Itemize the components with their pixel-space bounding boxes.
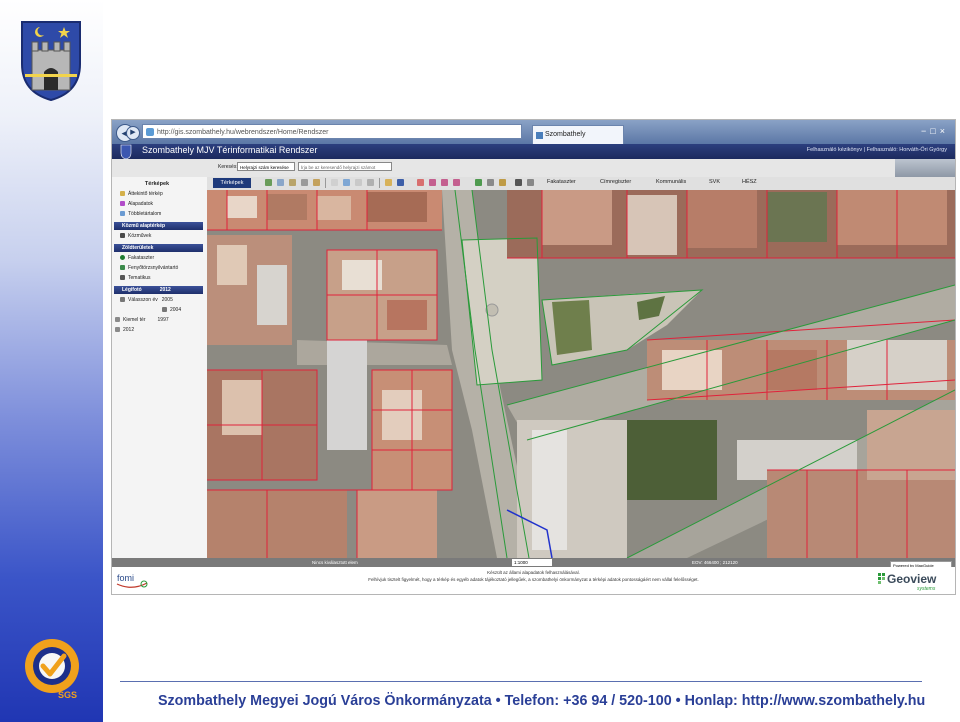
tool-icon[interactable] xyxy=(385,179,392,186)
svg-text:SGS: SGS xyxy=(58,690,77,700)
coordinate-readout: EOV: 466400 ; 212120 xyxy=(692,560,738,565)
search-icon[interactable] xyxy=(527,179,534,186)
toolbar-separator xyxy=(379,178,380,188)
browser-chrome: ◀ ▶ http://gis.szombathely.hu/webrendsze… xyxy=(112,120,955,144)
app-title: Szombathely MJV Térinformatikai Rendszer xyxy=(142,145,318,155)
app-header: Szombathely MJV Térinformatikai Rendszer… xyxy=(112,144,955,160)
menu-fakataszter[interactable]: Fakataszter xyxy=(547,179,576,185)
map-view[interactable] xyxy=(207,190,955,558)
checkbox-icon[interactable] xyxy=(115,327,120,333)
app-footer: fomi Készült az állami alapadatok felhas… xyxy=(112,567,955,594)
toolbar-separator xyxy=(325,178,326,188)
header-town-photo xyxy=(895,159,955,177)
user-info[interactable]: Felhasználó kézikönyv | Felhasználó: Hor… xyxy=(807,147,947,153)
measure-icon[interactable] xyxy=(343,179,350,186)
layer-item[interactable]: Alapadatok xyxy=(120,201,153,207)
tool-icon[interactable] xyxy=(441,179,448,186)
menu-svk[interactable]: SVK xyxy=(709,179,720,185)
layer-section-header[interactable]: Közmű alaptérkép xyxy=(114,222,203,230)
map-toolbar: Térképek Fakataszter Címregiszter Kommun… xyxy=(207,177,955,191)
info-icon[interactable] xyxy=(355,179,362,186)
layer-section-header[interactable]: Zöldterületek xyxy=(114,244,203,252)
layer-item[interactable]: Többletártalom xyxy=(120,211,161,217)
aerial-map[interactable] xyxy=(207,190,955,558)
layer-item[interactable]: 2004 xyxy=(162,307,181,313)
search-type-select[interactable]: Helyrajzi szám keresése xyxy=(237,162,295,171)
app-crest-icon xyxy=(120,144,132,160)
layer-item[interactable]: Fakataszter xyxy=(120,255,154,261)
geoview-logo-icon: Geoview systems xyxy=(878,572,937,592)
forward-icon[interactable]: ▶ xyxy=(126,126,140,140)
window-controls[interactable]: −□× xyxy=(921,126,949,136)
previous-view-icon[interactable] xyxy=(313,179,320,186)
layer-icon xyxy=(120,201,125,207)
tree-icon xyxy=(120,255,125,261)
maps-button[interactable]: Térképek xyxy=(213,178,251,188)
select-icon[interactable] xyxy=(331,179,338,186)
slide-footer-text: Szombathely Megyei Jogú Város Önkormányz… xyxy=(158,693,926,709)
footer-line-2: Felhívjuk tisztelt figyelmét, hogy a tér… xyxy=(368,577,699,582)
tool-icon[interactable] xyxy=(397,179,404,186)
address-bar-text: http://gis.szombathely.hu/webrendszer/Ho… xyxy=(157,129,329,136)
extent-icon[interactable] xyxy=(301,179,308,186)
tool-icon[interactable] xyxy=(453,179,460,186)
footer-line-1: Készült az állami alapadatok felhasználá… xyxy=(487,570,580,575)
browser-tab[interactable]: Szombathely xyxy=(532,125,624,144)
quality-certificate-icon: SGS xyxy=(25,639,79,700)
checkbox-icon[interactable] xyxy=(115,317,120,323)
layer-item[interactable]: Tematikus xyxy=(120,275,151,281)
tree-tool-icon[interactable] xyxy=(475,179,482,186)
tool-icon[interactable] xyxy=(487,179,494,186)
tool-icon[interactable] xyxy=(429,179,436,186)
geoview-logo-subtext: systems xyxy=(917,586,936,592)
menu-cimregiszter[interactable]: Címregiszter xyxy=(600,179,631,185)
layer-icon xyxy=(120,233,125,239)
search-label: Keresés: xyxy=(218,164,238,170)
layer-icon xyxy=(120,191,125,197)
city-crest-icon xyxy=(21,21,81,102)
address-bar[interactable]: http://gis.szombathely.hu/webrendszer/Ho… xyxy=(142,124,522,139)
geoview-logo-text: Geoview xyxy=(887,572,937,586)
minimize-icon[interactable]: − xyxy=(921,126,930,136)
layer-icon xyxy=(120,297,125,303)
layer-item[interactable]: Válasszon év 2005 xyxy=(120,297,173,303)
layer-panel-heading: Térképek xyxy=(144,181,170,187)
layer-item[interactable]: Kiemel tér 1997 xyxy=(115,317,169,323)
page-icon xyxy=(146,128,154,136)
layer-icon xyxy=(120,211,125,217)
tab-favicon-icon xyxy=(536,132,543,139)
status-bar: Nincs kiválasztott elem 1:1000 EOV: 4664… xyxy=(112,558,955,567)
search-input[interactable]: Írja be az keresendő helyrajzi számot xyxy=(298,162,392,171)
tree-icon xyxy=(120,265,125,271)
selection-status: Nincs kiválasztott elem xyxy=(312,560,358,565)
layer-icon xyxy=(120,275,125,281)
layer-section-header[interactable]: Légifotó 2012 xyxy=(114,286,203,294)
print-icon[interactable] xyxy=(367,179,374,186)
pan-icon[interactable] xyxy=(289,179,296,186)
maximize-icon[interactable]: □ xyxy=(930,126,939,136)
search-row: Keresés: Helyrajzi szám keresése Írja be… xyxy=(112,159,955,178)
scissors-icon[interactable] xyxy=(515,179,522,186)
layer-icon xyxy=(162,307,167,313)
menu-kommunalis[interactable]: Kommunális xyxy=(656,179,686,185)
footer-divider xyxy=(120,681,922,682)
layer-item[interactable]: Áttekintő térkép xyxy=(120,191,163,197)
layer-item[interactable]: Fenyőtörzsnyilvántartó xyxy=(120,265,178,271)
zoom-out-icon[interactable] xyxy=(277,179,284,186)
menu-hesz[interactable]: HÉSZ xyxy=(742,179,757,185)
tool-icon[interactable] xyxy=(499,179,506,186)
layer-panel: Térképek Áttekintő térkép Alapadatok Töb… xyxy=(112,177,208,558)
scale-input[interactable]: 1:1000 xyxy=(512,559,552,566)
layer-item[interactable]: Közművek xyxy=(120,233,151,239)
close-icon[interactable]: × xyxy=(940,126,949,136)
zoom-in-icon[interactable] xyxy=(265,179,272,186)
application-screenshot: ◀ ▶ http://gis.szombathely.hu/webrendsze… xyxy=(111,119,956,595)
layer-item[interactable]: 2012 xyxy=(115,327,134,333)
tool-icon[interactable] xyxy=(417,179,424,186)
slide-sidebar: SGS xyxy=(0,0,103,722)
tab-title: Szombathely xyxy=(545,131,586,138)
